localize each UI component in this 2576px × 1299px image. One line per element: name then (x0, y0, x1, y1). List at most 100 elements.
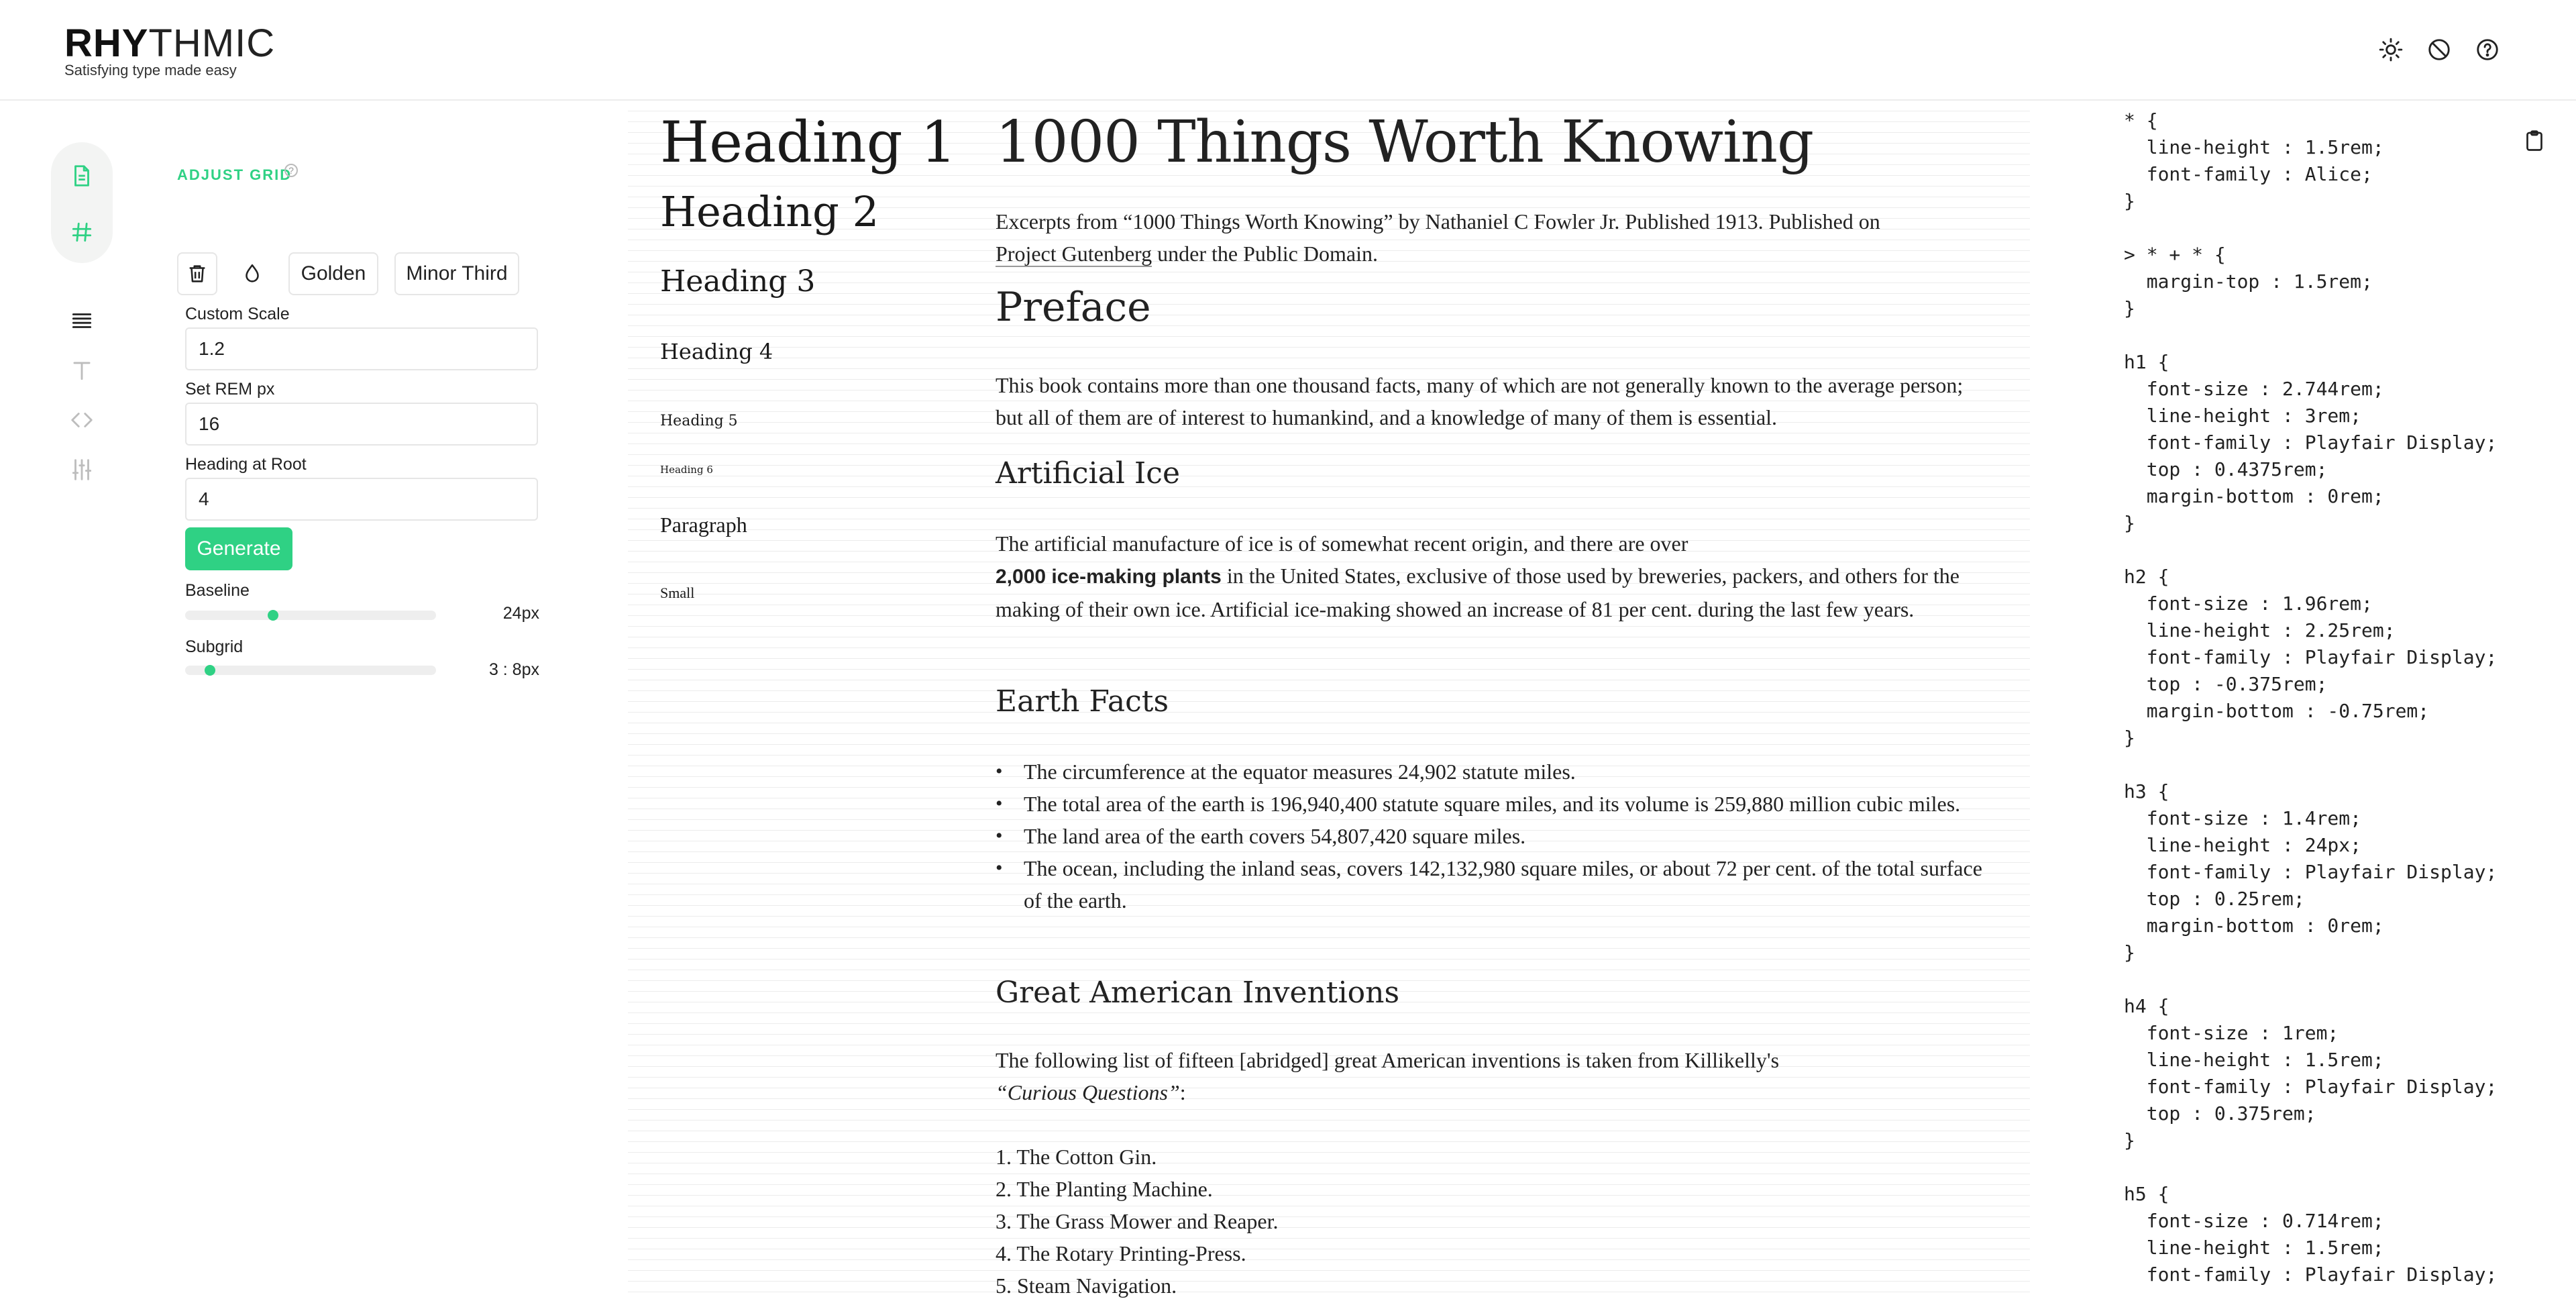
code-line: font-family : Playfair Display; (2124, 646, 2498, 668)
clipboard-icon[interactable] (2522, 127, 2546, 154)
baseline-slider-thumb[interactable] (268, 610, 278, 621)
artificial-ice-heading: Artificial Ice (996, 456, 1180, 490)
baseline-slider[interactable] (185, 610, 436, 621)
block-icon[interactable] (2424, 35, 2454, 64)
trash-icon (189, 265, 205, 282)
code-line: line-height : 24px; (2124, 834, 2362, 856)
lines-icon[interactable] (64, 303, 99, 338)
document-title: 1000 Things Worth Knowing (996, 109, 1814, 176)
code-line: font-family : Playfair Display; (2124, 431, 2498, 454)
generate-button[interactable]: Generate (185, 527, 292, 570)
scale-paragraph: Paragraph (660, 513, 747, 537)
scale-heading-2: Heading 2 (660, 187, 879, 236)
code-line: > * + * { (2124, 244, 2226, 266)
app-header: RHYTHMIC Satisfying type made easy (0, 0, 2576, 101)
code-line: margin-bottom : 0rem; (2124, 915, 2384, 937)
code-line: font-size : 1rem; (2124, 1022, 2339, 1044)
code-line: font-size : 2.744rem; (2124, 378, 2384, 400)
info-icon[interactable]: ? (284, 164, 298, 177)
generated-css-code[interactable]: * { line-height : 1.5rem; font-family : … (2124, 107, 2500, 1288)
list-item: 3. The Grass Mower and Reaper. (996, 1209, 1279, 1233)
scale-heading-5: Heading 5 (660, 413, 738, 429)
preset-minor-third-button[interactable]: Minor Third (394, 252, 519, 295)
custom-scale-input[interactable]: 1.2 (185, 327, 538, 370)
code-line: h4 { (2124, 995, 2169, 1017)
project-gutenberg-link[interactable]: Project Gutenberg (996, 242, 1152, 267)
code-line: font-size : 1.96rem; (2124, 592, 2373, 615)
baseline-value: 24px (502, 604, 539, 623)
code-line: } (2124, 297, 2135, 319)
preface-heading: Preface (996, 284, 1151, 331)
code-line: h3 { (2124, 780, 2169, 802)
scale-heading-6: Heading 6 (660, 464, 713, 476)
subgrid-slider[interactable] (185, 665, 436, 676)
code-line: margin-bottom : -0.75rem; (2124, 700, 2430, 722)
sliders-icon[interactable] (64, 452, 99, 487)
code-line: margin-top : 1.5rem; (2124, 270, 2373, 293)
heading-root-input[interactable]: 4 (185, 478, 538, 521)
help-icon[interactable] (2473, 35, 2502, 64)
subgrid-slider-thumb[interactable] (205, 665, 215, 676)
subgrid-value: 3 : 8px (488, 660, 539, 679)
type-preview: Heading 1 Heading 2 Heading 3 Heading 4 … (628, 101, 2030, 1299)
code-line: font-size : 0.714rem; (2124, 1210, 2384, 1232)
code-line: font-family : Alice; (2124, 163, 2373, 185)
rem-px-label: Set REM px (185, 380, 275, 399)
code-line: line-height : 1.5rem; (2124, 1049, 2384, 1071)
code-line: line-height : 3rem; (2124, 405, 2362, 427)
code-line: line-height : 2.25rem; (2124, 619, 2396, 641)
code-line: top : 0.25rem; (2124, 888, 2305, 910)
code-line: h5 { (2124, 1183, 2169, 1205)
code-line: top : -0.375rem; (2124, 673, 2328, 695)
grid-icon[interactable] (64, 215, 99, 250)
code-line: } (2124, 1129, 2135, 1151)
delete-button[interactable] (177, 252, 217, 295)
baseline-label: Baseline (185, 581, 250, 600)
code-line: } (2124, 190, 2135, 212)
inventions-intro: The following list of fifteen [abridged]… (996, 1048, 1780, 1104)
scale-small: Small (660, 584, 695, 601)
subgrid-label: Subgrid (185, 637, 244, 656)
code-line: * { (2124, 109, 2158, 132)
code-line: top : 0.375rem; (2124, 1102, 2316, 1125)
document-icon[interactable] (64, 158, 99, 193)
scale-heading-3: Heading 3 (660, 264, 816, 299)
app-tagline: Satisfying type made easy (64, 62, 237, 79)
theme-toggle-icon[interactable] (2376, 35, 2406, 64)
preface-paragraph: This book contains more than one thousan… (996, 373, 1964, 429)
color-button[interactable] (232, 252, 272, 295)
rem-px-input[interactable]: 16 (185, 403, 538, 446)
heading-root-label: Heading at Root (185, 455, 307, 474)
custom-scale-label: Custom Scale (185, 305, 290, 323)
inventions-heading: Great American Inventions (996, 976, 1400, 1010)
code-line: line-height : 1.5rem; (2124, 1237, 2384, 1259)
preset-golden-button[interactable]: Golden (288, 252, 378, 295)
app-logo[interactable]: RHYTHMIC (64, 23, 275, 64)
code-line: h2 { (2124, 566, 2169, 588)
list-item: 1. The Cotton Gin. (996, 1145, 1157, 1169)
list-item: The ocean, including the inland seas, co… (996, 852, 1990, 917)
type-icon[interactable] (64, 353, 99, 388)
earth-facts-list: The circumference at the equator measure… (996, 756, 1990, 917)
earth-facts-heading: Earth Facts (996, 684, 1169, 719)
code-line: top : 0.4375rem; (2124, 458, 2328, 480)
code-line: } (2124, 941, 2135, 964)
code-line: } (2124, 512, 2135, 534)
code-line: font-family : Playfair Display; (2124, 1263, 2498, 1286)
adjust-grid-title: ADJUST GRID (177, 166, 292, 183)
code-icon[interactable] (64, 403, 99, 437)
list-item: 4. The Rotary Printing-Press. (996, 1241, 1246, 1265)
list-item: The land area of the earth covers 54,807… (996, 820, 1990, 852)
code-line: } (2124, 727, 2135, 749)
code-line: font-family : Playfair Display; (2124, 1076, 2498, 1098)
scale-heading-4: Heading 4 (660, 339, 773, 364)
droplet-icon (246, 264, 259, 282)
code-line: font-size : 1.4rem; (2124, 807, 2362, 829)
list-item: The circumference at the equator measure… (996, 756, 1990, 788)
